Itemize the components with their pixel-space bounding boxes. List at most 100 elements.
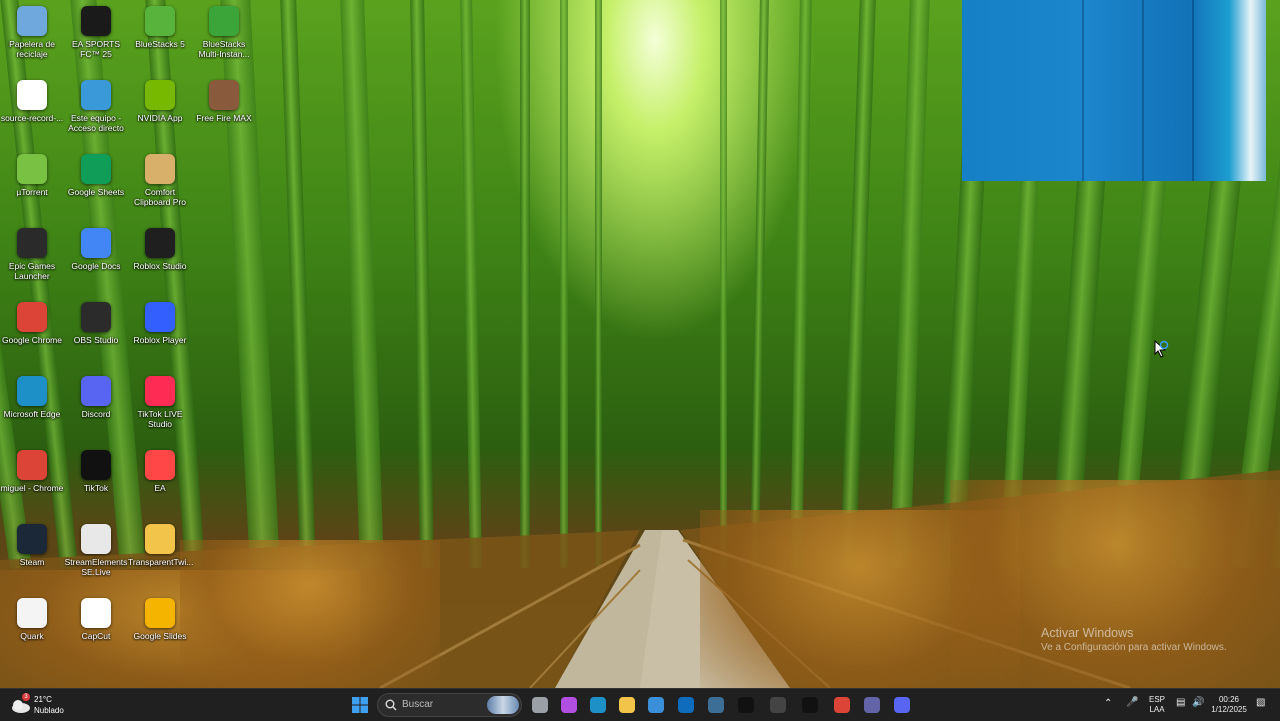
desktop-icon[interactable]: Steam bbox=[0, 520, 64, 592]
obs-icon bbox=[81, 302, 111, 332]
desktop-icon[interactable]: Epic Games Launcher bbox=[0, 224, 64, 296]
desktop-icon[interactable]: Microsoft Edge bbox=[0, 372, 64, 444]
desktop-icon-label: OBS Studio bbox=[73, 335, 119, 345]
curtain-fold bbox=[1192, 0, 1194, 181]
desktop-icon[interactable]: miguel - Chrome bbox=[0, 446, 64, 518]
desktop-icon[interactable]: µTorrent bbox=[0, 150, 64, 222]
desktop-icon-label: Google Docs bbox=[71, 261, 121, 271]
desktop-icon[interactable]: Este equipo - Acceso directo bbox=[64, 76, 128, 148]
desktop-icon[interactable]: Free Fire MAX bbox=[192, 76, 256, 148]
desktop-icon-label: Discord bbox=[81, 409, 111, 419]
desktop-icon[interactable]: StreamElements SE.Live bbox=[64, 520, 128, 592]
activation-watermark: Activar Windows Ve a Configuración para … bbox=[1041, 626, 1227, 653]
outlook-icon bbox=[678, 697, 694, 713]
desktop-icon-label: Steam bbox=[19, 557, 45, 567]
weather-condition: Nublado bbox=[34, 706, 64, 715]
desktop-icon[interactable]: Google Sheets bbox=[64, 150, 128, 222]
desktop-icon[interactable]: EA SPORTS FC™ 25 bbox=[64, 2, 128, 74]
taskbar-app-button[interactable] bbox=[798, 693, 822, 717]
google-sheets-icon bbox=[81, 154, 111, 184]
weather-widget[interactable]: 3 21°C Nublado bbox=[8, 693, 78, 717]
google-docs-icon bbox=[81, 228, 111, 258]
taskbar-app-button[interactable] bbox=[528, 693, 552, 717]
recycle-bin-icon bbox=[17, 6, 47, 36]
taskbar-app-button[interactable] bbox=[830, 693, 854, 717]
taskbar-app-button[interactable] bbox=[557, 693, 581, 717]
discord-icon bbox=[894, 697, 910, 713]
desktop-icon[interactable]: TikTok LIVE Studio bbox=[128, 372, 192, 444]
taskbar-app-button[interactable] bbox=[890, 693, 914, 717]
desktop-icon[interactable]: CapCut bbox=[64, 594, 128, 666]
desktop-icon-label: Papelera de reciclaje bbox=[9, 39, 55, 59]
free-fire-icon bbox=[209, 80, 239, 110]
taskbar-app-button[interactable] bbox=[766, 693, 790, 717]
desktop-icon[interactable]: EA bbox=[128, 446, 192, 518]
windows-logo-icon bbox=[352, 697, 368, 713]
google-slides-icon bbox=[145, 598, 175, 628]
desktop-icon[interactable]: Roblox Player bbox=[128, 298, 192, 370]
desktop-icon-label: EA bbox=[154, 483, 166, 493]
taskbar-app-button[interactable] bbox=[674, 693, 698, 717]
desktop-icon[interactable]: TikTok bbox=[64, 446, 128, 518]
taskbar-app-button[interactable] bbox=[860, 693, 884, 717]
task-view-icon bbox=[532, 697, 548, 713]
taskbar: 3 21°C Nublado Buscar ⌃ 🎤 ESP LAA ▤ 🔊 00… bbox=[0, 688, 1280, 721]
camera-overlay-window[interactable] bbox=[962, 0, 1266, 181]
desktop-icon[interactable]: Discord bbox=[64, 372, 128, 444]
desktop-icon-label: CapCut bbox=[81, 631, 111, 641]
taskbar-search-box[interactable]: Buscar bbox=[377, 693, 522, 717]
start-button[interactable] bbox=[348, 693, 372, 717]
tiktok-live-icon bbox=[145, 376, 175, 406]
taskbar-app-button[interactable] bbox=[734, 693, 758, 717]
clock-time: 00:26 bbox=[1218, 695, 1240, 704]
desktop-icon-label: Google Sheets bbox=[67, 187, 125, 197]
roblox-player-icon bbox=[145, 302, 175, 332]
desktop-icon-label: TikTok LIVE Studio bbox=[137, 409, 183, 429]
desktop-icon[interactable]: OBS Studio bbox=[64, 298, 128, 370]
desktop-icon-label: Comfort Clipboard Pro bbox=[134, 187, 186, 207]
show-hidden-icons-button[interactable]: ⌃ bbox=[1104, 699, 1112, 709]
desktop-icon[interactable]: NVIDIA App bbox=[128, 76, 192, 148]
language-indicator[interactable]: ESP LAA bbox=[1146, 695, 1168, 715]
taskbar-app-button[interactable] bbox=[644, 693, 668, 717]
taskbar-app-button[interactable] bbox=[615, 693, 639, 717]
microphone-icon[interactable]: 🎤 bbox=[1126, 698, 1138, 708]
desktop-icon[interactable]: TransparentTwi... bbox=[128, 520, 194, 592]
obs-icon bbox=[770, 697, 786, 713]
search-icon bbox=[385, 699, 397, 711]
steam-icon bbox=[17, 524, 47, 554]
desktop-icon-label: TikTok bbox=[83, 483, 109, 493]
desktop-icon-label: µTorrent bbox=[16, 187, 48, 197]
desktop-icon-label: TransparentTwi... bbox=[128, 557, 194, 567]
desktop-icon-label: Microsoft Edge bbox=[3, 409, 61, 419]
desktop-icon[interactable]: BlueStacks 5 bbox=[128, 2, 192, 74]
this-pc-icon bbox=[81, 80, 111, 110]
language-layout: LAA bbox=[1149, 705, 1165, 714]
desktop-icon-label: BlueStacks 5 bbox=[135, 39, 185, 49]
roblox-studio-icon bbox=[145, 228, 175, 258]
volume-icon[interactable]: 🔊 bbox=[1192, 698, 1204, 708]
desktop-icon[interactable]: Google Chrome bbox=[0, 298, 64, 370]
desktop-icon[interactable]: Google Slides bbox=[128, 594, 192, 666]
desktop-icon[interactable]: Roblox Studio bbox=[128, 224, 192, 296]
microsoft-store-icon bbox=[648, 697, 664, 713]
discord-icon bbox=[81, 376, 111, 406]
desktop-icon[interactable]: Quark bbox=[0, 594, 64, 666]
search-highlight-image bbox=[487, 696, 519, 714]
network-icon[interactable]: ▤ bbox=[1176, 698, 1185, 708]
taskbar-app-button[interactable] bbox=[704, 693, 728, 717]
desktop-icon[interactable]: BlueStacks Multi-Instan... bbox=[192, 2, 256, 74]
desktop-icon-label: source-record-... bbox=[0, 113, 64, 123]
desktop-icon[interactable]: Papelera de reciclaje bbox=[0, 2, 64, 74]
source-record-icon bbox=[17, 80, 47, 110]
chrome-icon bbox=[17, 302, 47, 332]
desktop-icon-label: NVIDIA App bbox=[137, 113, 183, 123]
nvidia-icon bbox=[145, 80, 175, 110]
clock[interactable]: 00:26 1/12/2025 bbox=[1208, 695, 1250, 715]
desktop-icon[interactable]: Google Docs bbox=[64, 224, 128, 296]
teams-icon bbox=[864, 697, 880, 713]
taskbar-app-button[interactable] bbox=[586, 693, 610, 717]
notification-bell-icon[interactable]: ▧ bbox=[1256, 698, 1265, 708]
desktop-icon[interactable]: Comfort Clipboard Pro bbox=[128, 150, 192, 222]
desktop-icon[interactable]: source-record-... bbox=[0, 76, 64, 148]
